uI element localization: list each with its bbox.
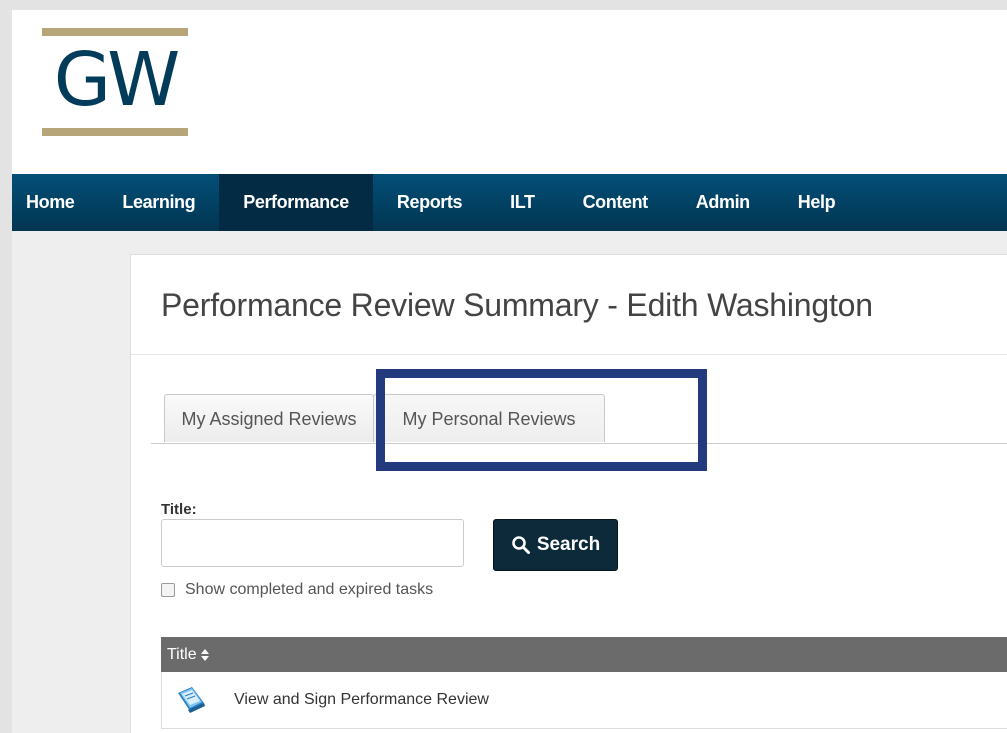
- main-nav: Home Learning Performance Reports ILT Co…: [12, 174, 1007, 231]
- sort-icon: [200, 648, 209, 661]
- app-window: GW Home Learning Performance Reports ILT…: [0, 0, 1007, 733]
- search-button-label: Search: [536, 534, 601, 555]
- nav-item-home[interactable]: Home: [12, 174, 98, 231]
- nav-item-content[interactable]: Content: [559, 174, 672, 231]
- nav-item-learning[interactable]: Learning: [98, 174, 219, 231]
- gw-logo[interactable]: GW: [42, 28, 188, 140]
- content-panel: Performance Review Summary - Edith Washi…: [130, 254, 1007, 733]
- column-title-label: Title: [167, 646, 197, 663]
- row-title-link[interactable]: View and Sign Performance Review: [234, 691, 489, 709]
- title-field-label: Title:: [161, 501, 197, 518]
- logo-text: GW: [53, 37, 181, 123]
- search-button[interactable]: Search: [493, 519, 618, 571]
- table-header-title[interactable]: Title: [161, 637, 1007, 672]
- show-completed-label: Show completed and expired tasks: [185, 581, 434, 598]
- tab-my-assigned-reviews[interactable]: My Assigned Reviews: [164, 394, 374, 442]
- header: GW: [12, 10, 1007, 174]
- title-search-input[interactable]: [161, 519, 464, 567]
- table-row[interactable]: View and Sign Performance Review: [161, 672, 1007, 729]
- nav-item-ilt[interactable]: ILT: [486, 174, 558, 231]
- show-completed-row: Show completed and expired tasks: [161, 581, 433, 599]
- page-title: Performance Review Summary - Edith Washi…: [161, 287, 873, 323]
- tabs-divider: [151, 443, 1007, 444]
- search-icon: [512, 536, 530, 554]
- nav-item-admin[interactable]: Admin: [672, 174, 774, 231]
- show-completed-checkbox[interactable]: [161, 583, 175, 597]
- nav-item-reports[interactable]: Reports: [373, 174, 486, 231]
- review-document-icon: [178, 687, 205, 713]
- nav-item-performance[interactable]: Performance: [219, 174, 373, 231]
- tab-my-personal-reviews[interactable]: My Personal Reviews: [373, 394, 605, 442]
- logo-bottom-bar: [42, 128, 188, 136]
- reviews-table: Title View and Sign Performance Review: [161, 637, 1007, 729]
- title-divider: [131, 354, 1007, 355]
- nav-item-help[interactable]: Help: [774, 174, 859, 231]
